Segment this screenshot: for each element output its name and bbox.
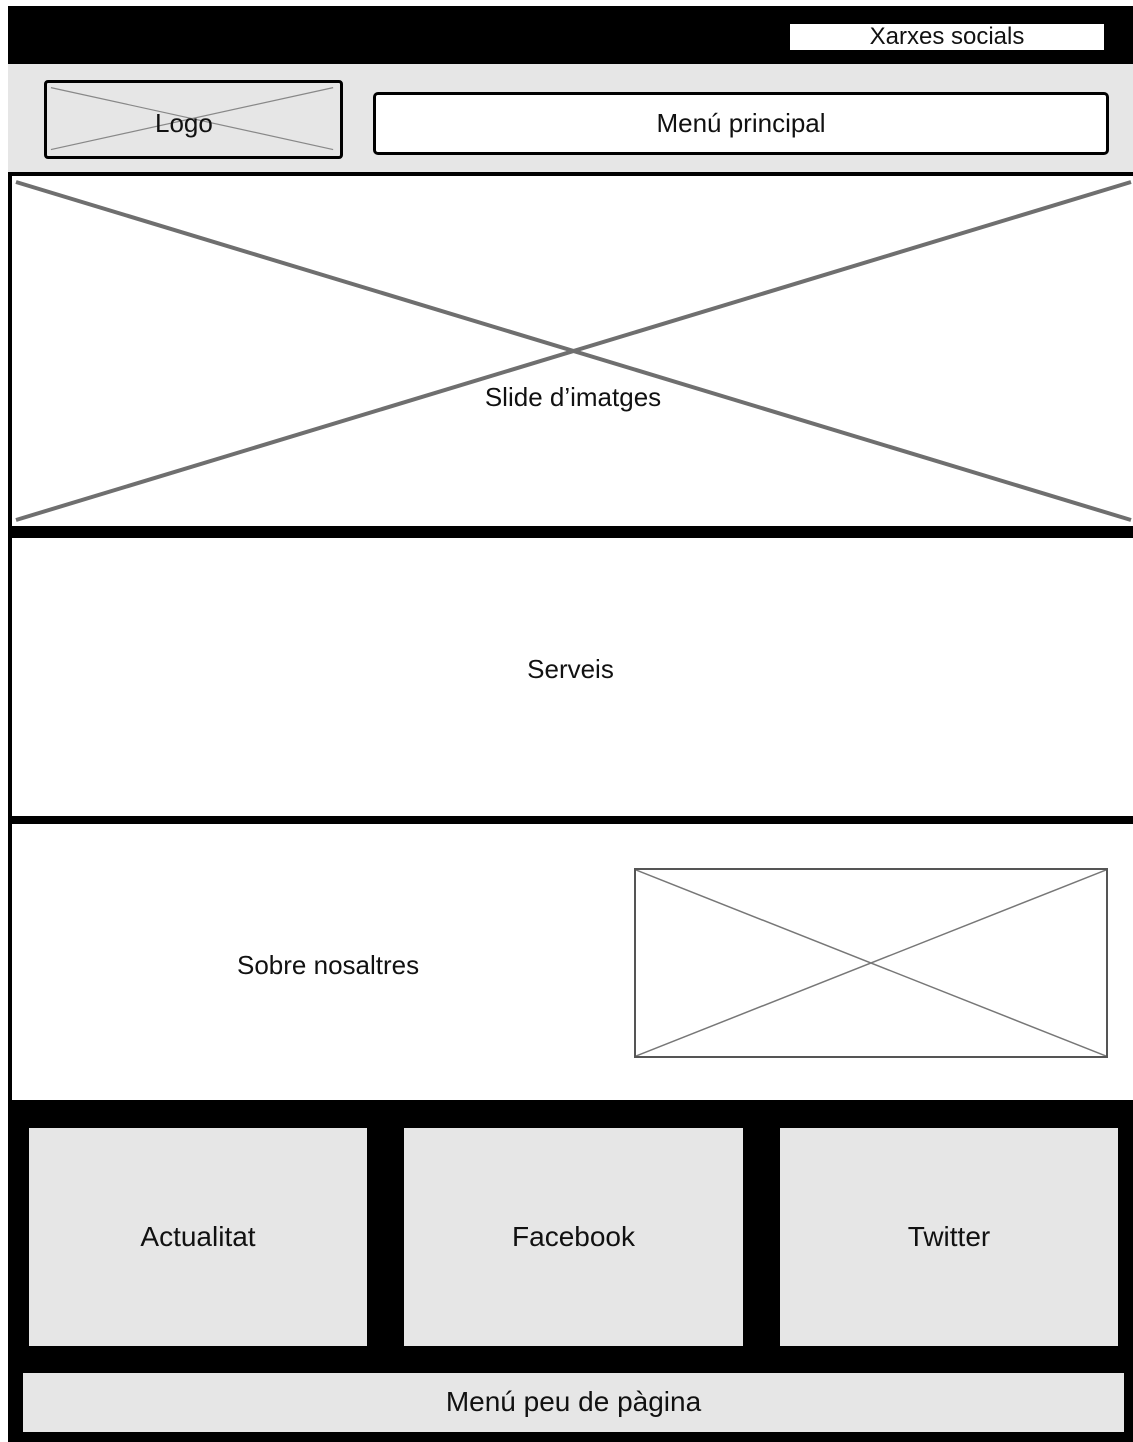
logo-label: Logo xyxy=(155,108,213,138)
twitter-card[interactable]: Twitter xyxy=(780,1128,1118,1346)
twitter-card-label: Twitter xyxy=(907,1221,991,1252)
image-placeholder-icon xyxy=(15,180,1132,522)
image-placeholder-icon xyxy=(636,870,1106,1056)
slider-label: Slide d’imatges xyxy=(484,382,662,412)
news-card[interactable]: Actualitat xyxy=(29,1128,367,1346)
facebook-card[interactable]: Facebook xyxy=(404,1128,743,1346)
section-divider xyxy=(8,816,1133,824)
facebook-card-label: Facebook xyxy=(512,1221,635,1252)
about-label: Sobre nosaltres xyxy=(237,950,420,980)
footer-menu[interactable]: Menú peu de pàgina xyxy=(23,1373,1124,1432)
about-image-placeholder xyxy=(634,868,1108,1058)
main-menu[interactable]: Menú principal xyxy=(373,92,1109,155)
services-label: Serveis xyxy=(527,654,614,684)
section-divider xyxy=(8,530,1133,538)
news-card-label: Actualitat xyxy=(140,1221,256,1252)
social-networks-box[interactable]: Xarxes socials xyxy=(790,24,1104,50)
image-slider[interactable] xyxy=(8,172,1133,530)
